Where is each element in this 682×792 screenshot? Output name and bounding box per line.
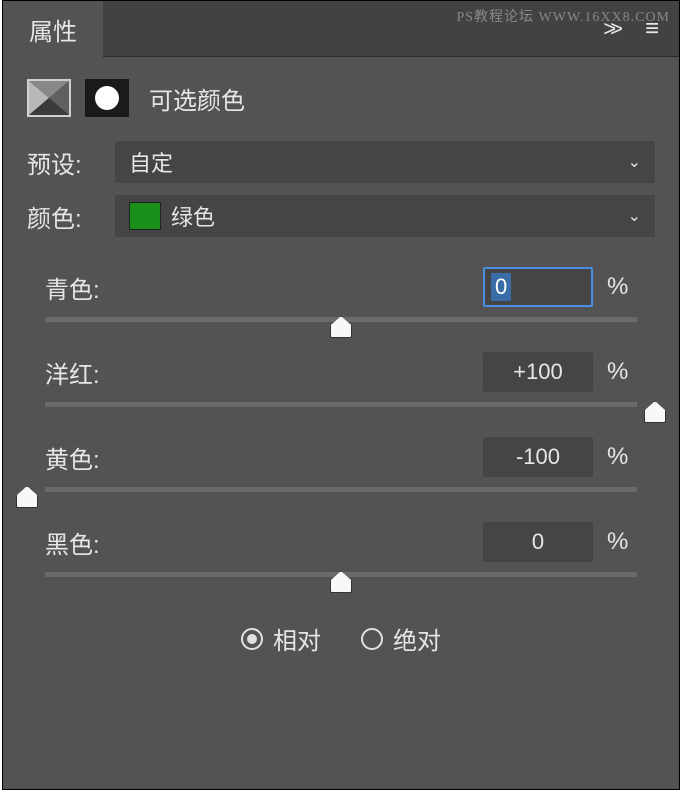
magenta-value-input[interactable]: +100 [483,352,593,392]
cyan-value-input[interactable]: 0 [483,267,593,307]
percent-sign: % [607,358,637,386]
slider-thumb-magenta[interactable] [644,401,666,423]
adjustment-header: 可选颜色 [3,57,679,135]
slider-label-magenta: 洋红: [45,355,100,390]
color-value: 绿色 [171,200,215,232]
tab-properties[interactable]: 属性 [3,1,103,57]
preset-label: 预设: [27,145,101,180]
radio-circle-icon [241,628,263,650]
layer-mask-icon[interactable] [85,79,129,117]
chevron-down-icon: ⌄ [628,152,641,172]
color-dropdown[interactable]: 绿色 ⌄ [115,195,655,237]
slider-label-yellow: 黄色: [45,440,100,475]
mask-circle-icon [95,86,119,110]
black-value-input[interactable]: 0 [483,522,593,562]
slider-track-cyan[interactable] [27,317,655,346]
slider-track-black[interactable] [27,572,655,601]
slider-row-cyan: 青色: 0 % [27,261,655,317]
preset-dropdown[interactable]: 自定 ⌄ [115,141,655,183]
adjustment-title: 可选颜色 [149,81,245,116]
chevron-down-icon: ⌄ [628,206,641,226]
radio-relative[interactable]: 相对 [241,621,321,656]
percent-sign: % [607,443,637,471]
slider-row-magenta: 洋红: +100 % [27,346,655,402]
slider-label-black: 黑色: [45,525,100,560]
radio-absolute[interactable]: 绝对 [361,621,441,656]
color-label: 颜色: [27,199,101,234]
method-radio-row: 相对 绝对 [3,609,679,668]
slider-track-magenta[interactable] [27,402,655,431]
color-row: 颜色: 绿色 ⌄ [3,189,679,243]
slider-track-yellow[interactable] [27,487,655,516]
slider-row-black: 黑色: 0 % [27,516,655,572]
radio-label-relative: 相对 [273,621,321,656]
color-swatch [129,202,161,230]
radio-circle-icon [361,628,383,650]
preset-value: 自定 [129,146,173,178]
slider-label-cyan: 青色: [45,270,100,305]
radio-label-absolute: 绝对 [393,621,441,656]
yellow-value-input[interactable]: -100 [483,437,593,477]
slider-row-yellow: 黄色: -100 % [27,431,655,487]
selective-color-icon[interactable] [27,79,71,117]
watermark-text: PS教程论坛 WWW.16XX8.COM [456,6,670,26]
sliders-section: 青色: 0 % 洋红: +100 % 黄色: [3,243,679,609]
percent-sign: % [607,273,637,301]
properties-panel: 属性 >> ≡ 可选颜色 预设: 自定 ⌄ 颜色: [2,0,680,790]
preset-row: 预设: 自定 ⌄ [3,135,679,189]
slider-thumb-yellow[interactable] [16,486,38,508]
percent-sign: % [607,528,637,556]
